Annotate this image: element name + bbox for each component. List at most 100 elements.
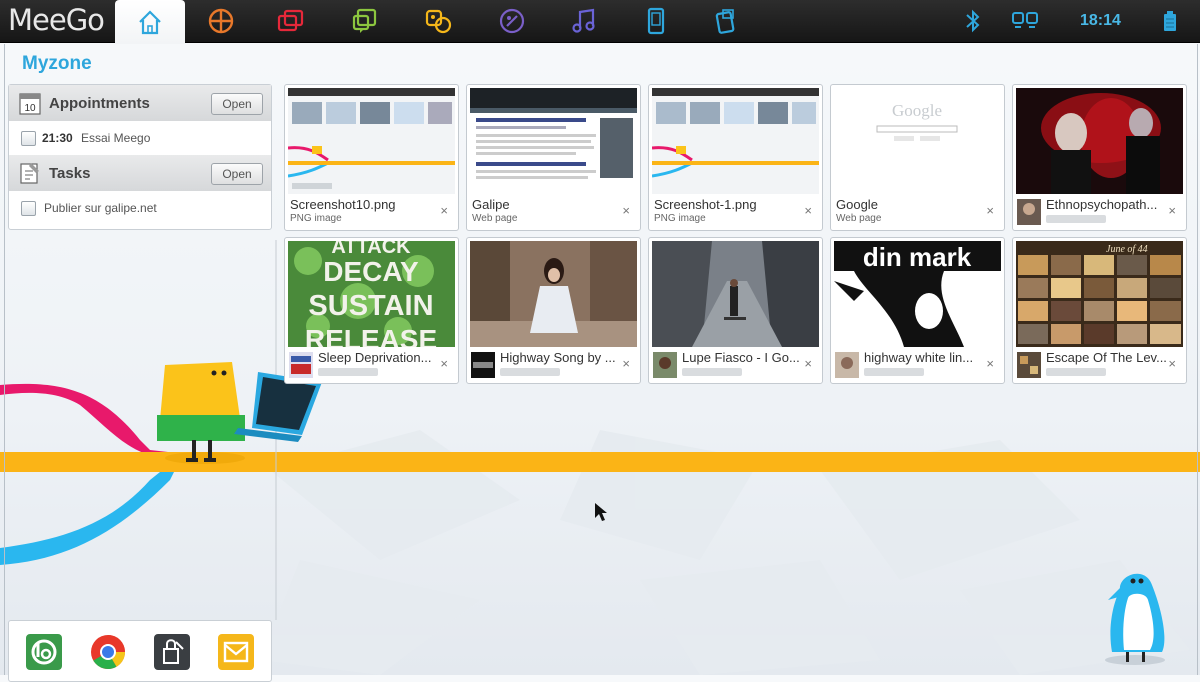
blip-icon[interactable] <box>25 633 63 671</box>
grid-item-sleep-deprivation[interactable]: ATTACK DECAY SUSTAIN RELEASE Sleep Depri… <box>284 237 459 384</box>
item-title: Escape Of The Lev... <box>1046 350 1166 365</box>
people-icon <box>277 9 304 32</box>
google-logo-text: Google <box>892 101 942 120</box>
thumbnail: Google <box>834 88 1001 194</box>
pasteboard-icon <box>499 8 525 34</box>
devices-icon <box>647 7 665 35</box>
grid-item-screenshot10[interactable]: Screenshot10.png PNG image × <box>284 84 459 231</box>
grid-item-screenshot-1[interactable]: Screenshot-1.png PNG image × <box>648 84 823 231</box>
battery-status[interactable] <box>1162 0 1178 42</box>
item-subtitle-blurred <box>1046 368 1106 376</box>
thumbnail <box>470 88 637 194</box>
item-subtitle-blurred <box>318 368 378 376</box>
appointment-calendar-icon <box>21 131 36 146</box>
calendar-icon: 10 <box>19 93 41 115</box>
tab-devices[interactable] <box>628 0 684 42</box>
remove-item-button[interactable]: × <box>440 356 448 371</box>
task-checkbox[interactable] <box>21 201 36 216</box>
media-icon <box>425 9 452 34</box>
bluetooth-status[interactable] <box>962 0 984 42</box>
appointments-open-button[interactable]: Open <box>211 93 263 115</box>
tab-status[interactable] <box>193 0 249 42</box>
mouse-cursor <box>595 503 607 521</box>
item-type: Web page <box>472 213 518 224</box>
remove-item-button[interactable]: × <box>622 356 630 371</box>
remove-item-button[interactable]: × <box>622 203 630 218</box>
appointments-header: 10 Appointments Open <box>9 85 271 121</box>
applications-icon <box>715 9 735 34</box>
item-title: Screenshot10.png <box>290 197 396 212</box>
item-title: Highway Song by ... <box>500 350 616 365</box>
item-type: PNG image <box>290 213 342 224</box>
thumb-word-release: RELEASE <box>305 324 437 347</box>
thumb-word-decay: DECAY <box>323 256 419 287</box>
remove-item-button[interactable]: × <box>1168 356 1176 371</box>
chrome-icon[interactable] <box>89 633 127 671</box>
favourite-apps-dock <box>8 620 272 682</box>
item-avatar <box>653 352 677 378</box>
thumbnail <box>470 241 637 347</box>
item-title: Lupe Fiasco - I Go... <box>682 350 800 365</box>
remove-item-button[interactable]: × <box>986 356 994 371</box>
tab-people[interactable] <box>262 0 318 42</box>
item-title: Ethnopsychopath... <box>1046 197 1158 212</box>
thumbnail <box>288 88 455 194</box>
thumbnail: din mark <box>834 241 1001 347</box>
grid-item-galipe[interactable]: Galipe Web page × <box>466 84 641 231</box>
thumbnail: ATTACK DECAY SUSTAIN RELEASE <box>288 241 455 347</box>
network-icon <box>1012 12 1038 28</box>
task-title: Publier sur galipe.net <box>44 201 157 215</box>
remove-item-button[interactable]: × <box>804 356 812 371</box>
item-subtitle-blurred <box>864 368 924 376</box>
grid-item-escape-of-the-lev[interactable]: June of 44 Escape Of The Lev... × <box>1012 237 1187 384</box>
lock-app-icon[interactable] <box>153 633 191 671</box>
item-title: Galipe <box>472 197 510 212</box>
item-avatar <box>1017 199 1041 225</box>
remove-item-button[interactable]: × <box>986 203 994 218</box>
battery-icon <box>1164 11 1176 31</box>
grid-item-highway-song[interactable]: Highway Song by ... × <box>466 237 641 384</box>
grid-item-google[interactable]: Google Google Web page × <box>830 84 1005 231</box>
grid-item-ethnopsychopath[interactable]: Ethnopsychopath... × <box>1012 84 1187 231</box>
thumbnail <box>652 241 819 347</box>
task-item[interactable]: Publier sur galipe.net <box>9 193 271 223</box>
remove-item-button[interactable]: × <box>440 203 448 218</box>
music-icon <box>572 8 595 33</box>
tasks-open-button[interactable]: Open <box>211 163 263 185</box>
appointment-title: Essai Meego <box>81 131 151 145</box>
item-avatar <box>835 352 859 378</box>
clock[interactable]: 18:14 <box>1080 0 1121 42</box>
tab-music[interactable] <box>556 0 612 42</box>
thumb-word-din-mark: din mark <box>863 242 972 272</box>
item-avatar <box>471 352 495 378</box>
appointment-item[interactable]: 21:30 Essai Meego <box>9 123 271 153</box>
tab-internet[interactable] <box>337 0 393 42</box>
remove-item-button[interactable]: × <box>804 203 812 218</box>
tab-myzone[interactable] <box>115 0 185 44</box>
bluetooth-icon <box>966 9 980 33</box>
remove-item-button[interactable]: × <box>1168 203 1176 218</box>
appointments-label: Appointments <box>49 95 150 112</box>
item-subtitle-blurred <box>500 368 560 376</box>
tab-applications[interactable] <box>698 0 754 42</box>
grid-item-highway-white-lines[interactable]: din mark highway white lin... × <box>830 237 1005 384</box>
item-avatar <box>1017 352 1041 378</box>
tab-media[interactable] <box>410 0 466 42</box>
item-subtitle-blurred <box>682 368 742 376</box>
status-icon <box>208 8 234 34</box>
tasks-icon <box>20 163 39 184</box>
tasks-header: Tasks Open <box>9 155 271 191</box>
tab-pasteboard[interactable] <box>484 0 540 42</box>
item-type: Web page <box>836 213 882 224</box>
item-avatar <box>289 352 313 378</box>
thumbnail <box>652 88 819 194</box>
grid-item-lupe-fiasco[interactable]: Lupe Fiasco - I Go... × <box>648 237 823 384</box>
item-type: PNG image <box>654 213 706 224</box>
home-icon <box>139 10 161 35</box>
appointments-tasks-panel: 10 Appointments Open 21:30 Essai Meego T… <box>8 84 272 230</box>
thumbnail: June of 44 <box>1016 241 1183 347</box>
mail-icon[interactable] <box>217 633 255 671</box>
thumb-word-sustain: SUSTAIN <box>308 290 433 322</box>
network-status[interactable] <box>1010 0 1040 42</box>
tasks-label: Tasks <box>49 165 91 182</box>
